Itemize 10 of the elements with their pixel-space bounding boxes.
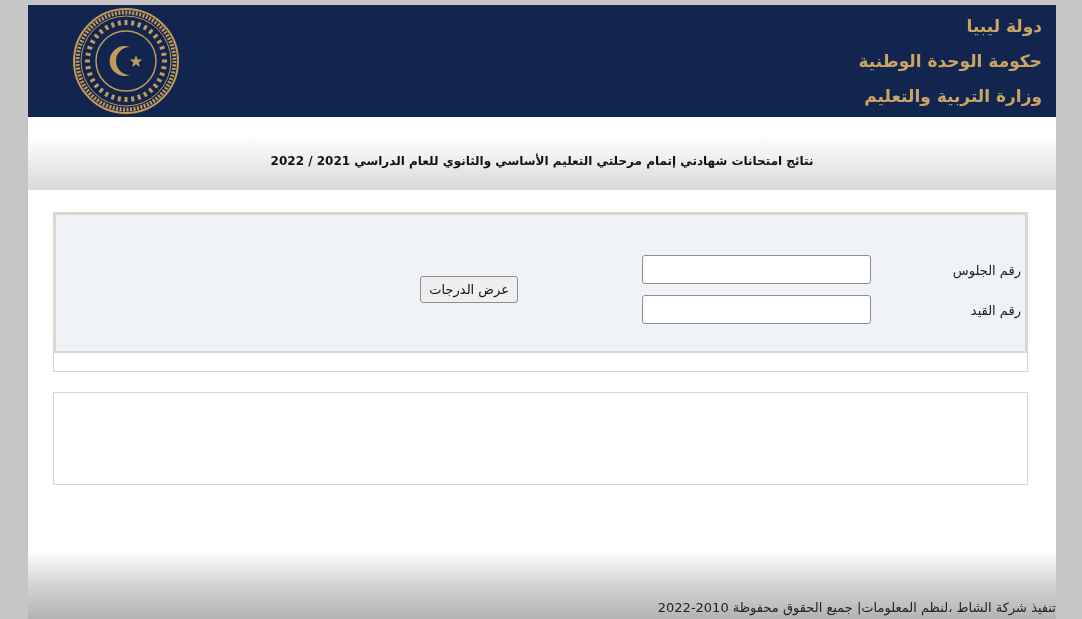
text-input-field[interactable]: [642, 255, 871, 284]
header-line: حكومة الوحدة الوطنية: [858, 49, 1042, 73]
copyright-text: تنفيذ شركة الشاط ،لنظم المعلومات| جميع الحقوق محفوظة 2010-2022: [657, 599, 1056, 616]
page-title: نتائج امتحانات شهادتي إتمام مرحلتي التعليم الأساسي والثانوي للعام الدراسي 2021 / 2022: [270, 152, 814, 170]
header-line: وزارة التربية والتعليم: [864, 84, 1042, 109]
show-grades-button[interactable]: عرض الدرجات: [420, 276, 518, 303]
header-line: دولة ليبيا: [966, 14, 1042, 38]
field-label: رقم القيد: [969, 302, 1021, 318]
text-input-field[interactable]: [642, 295, 871, 324]
field-label: رقم الجلوس: [951, 262, 1021, 278]
